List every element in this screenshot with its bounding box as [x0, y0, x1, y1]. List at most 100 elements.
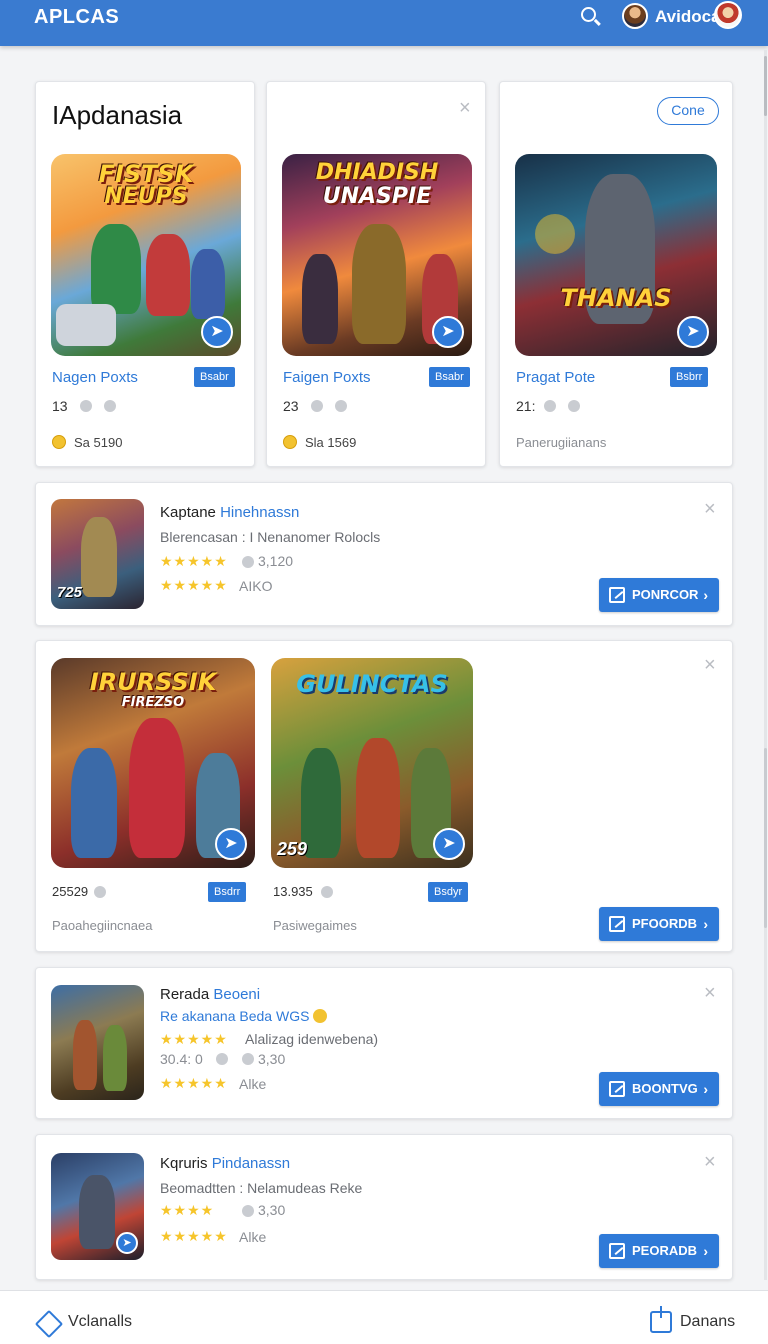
rating-label: Alke	[239, 1076, 267, 1092]
game-name[interactable]: Pragat Pote	[516, 369, 595, 386]
comment-icon[interactable]	[335, 400, 347, 412]
export-icon[interactable]	[650, 1306, 672, 1333]
game-count: 23	[283, 398, 299, 414]
action-label: PFOORDB	[632, 916, 697, 931]
game-tag: Bsabr	[194, 367, 235, 387]
game-art-3[interactable]: THANAS ➤	[515, 154, 717, 356]
game-art-4[interactable]: IRURSSIK FIREZSO ➤	[51, 658, 255, 868]
close-icon[interactable]: ×	[704, 983, 716, 1003]
scrollbar-thumb-secondary[interactable]	[764, 748, 767, 928]
item-subtitle-text: Re akanana Beda WGS	[160, 1008, 310, 1024]
item-title-text: Kaptane	[160, 504, 216, 521]
rating-stars-secondary: ★★★★★	[160, 1075, 228, 1091]
game-art-5[interactable]: GULINCTAS 259 ➤	[271, 658, 473, 868]
game-tag: Bsabr	[429, 367, 470, 387]
action-label: PONRCOR	[632, 587, 699, 602]
clock-icon	[242, 1205, 254, 1217]
like-icon[interactable]	[311, 400, 323, 412]
clock-icon	[242, 1053, 254, 1065]
game-art-1[interactable]: FISTSK NEUPS ➤	[51, 154, 241, 356]
game-thumb[interactable]: 725	[51, 499, 144, 609]
action-label: BOONTVG	[632, 1081, 698, 1096]
close-icon[interactable]: ×	[704, 655, 716, 675]
art-title-line1: IRURSSIK	[89, 668, 217, 696]
game-footer-value: Pasiwegaimes	[273, 918, 357, 933]
section-title: IApdanasia	[52, 100, 183, 130]
featured-card-1[interactable]: IApdanasia FISTSK NEUPS ➤ Nagen Poxts Bs…	[35, 81, 255, 467]
rating-prefix: 30.4: 0	[160, 1051, 203, 1067]
chevron-right-icon: ›	[703, 916, 708, 932]
scrollbar-track[interactable]	[764, 50, 767, 1280]
chevron-right-icon: ›	[703, 1243, 708, 1259]
chevron-right-icon: ›	[703, 1081, 708, 1097]
like-icon[interactable]	[321, 886, 333, 898]
avatar[interactable]	[622, 3, 648, 29]
item-title[interactable]: Kqruris Pindanassn	[160, 1155, 290, 1172]
item-title[interactable]: Rerada Beoeni	[160, 986, 260, 1003]
like-icon[interactable]	[544, 400, 556, 412]
pair-card[interactable]: × IRURSSIK FIREZSO ➤ GULINCTAS 259 ➤ 255…	[35, 640, 733, 952]
edit-icon	[609, 1243, 625, 1259]
rating-value: 3,30	[258, 1051, 286, 1067]
item-subtitle: Beomadtten : Nelamudeas Reke	[160, 1180, 363, 1196]
share-icon[interactable]: ➤	[215, 828, 247, 860]
item-title[interactable]: Kaptane Hinehnassn	[160, 504, 299, 521]
close-icon[interactable]: ×	[704, 499, 716, 519]
profile-badge-icon[interactable]	[714, 1, 742, 29]
share-icon[interactable]: ➤	[432, 316, 464, 348]
user-name[interactable]: Avidoca	[655, 7, 721, 27]
close-icon[interactable]: ×	[704, 1152, 716, 1172]
game-name[interactable]: Faigen Poxts	[283, 369, 371, 386]
action-label: PEORADB	[632, 1243, 698, 1258]
footer-left-link[interactable]: Vclanalls	[68, 1313, 132, 1331]
like-icon[interactable]	[80, 400, 92, 412]
rating-stars: ★★★★★	[160, 1031, 228, 1047]
game-footer-value: Panerugiianans	[516, 435, 607, 450]
coin-icon	[283, 435, 297, 449]
game-thumb[interactable]: ➤	[51, 1153, 144, 1260]
share-icon[interactable]: ➤	[116, 1232, 138, 1254]
scrollbar-thumb[interactable]	[764, 56, 767, 116]
art-title-line2: FIREZSO	[121, 695, 185, 710]
action-button[interactable]: PFOORDB ›	[599, 907, 719, 941]
game-count: 21:	[516, 398, 536, 414]
featured-card-2[interactable]: × DHIADISH UNASPIE ➤ Faigen Poxts Bsabr …	[266, 81, 486, 467]
list-item[interactable]: ➤ Kqruris Pindanassn Beomadtten : Nelamu…	[35, 1134, 733, 1280]
list-item[interactable]: 725 Kaptane Hinehnassn Blerencasan : I N…	[35, 482, 733, 626]
search-icon[interactable]	[580, 6, 602, 28]
featured-card-3[interactable]: Cone THANAS ➤ Pragat Pote Bsbrr 21: Pane…	[499, 81, 733, 467]
rating-stars: ★★★★★	[160, 553, 228, 569]
home-icon[interactable]	[36, 1311, 58, 1333]
game-thumb[interactable]	[51, 985, 144, 1100]
action-button[interactable]: PONRCOR ›	[599, 578, 719, 612]
comment-icon[interactable]	[568, 400, 580, 412]
footer-right-link[interactable]: Danans	[680, 1313, 735, 1331]
rating-value: 3,120	[258, 553, 294, 569]
share-icon[interactable]: ➤	[677, 316, 709, 348]
close-icon[interactable]: ×	[459, 98, 471, 118]
action-button[interactable]: BOONTVG ›	[599, 1072, 719, 1106]
cone-button[interactable]: Cone	[657, 97, 719, 125]
like-icon[interactable]	[94, 886, 106, 898]
edit-icon	[609, 1081, 625, 1097]
rating-label: Alke	[239, 1229, 267, 1245]
rating-stars: ★★★★	[160, 1202, 215, 1218]
comment-icon[interactable]	[104, 400, 116, 412]
share-icon[interactable]: ➤	[433, 828, 465, 860]
art-title-line1: THANAS	[560, 284, 672, 312]
item-description: Alalizag idenwebena)	[245, 1031, 379, 1047]
game-count: 13	[52, 398, 68, 414]
app-brand[interactable]: APLCAS	[34, 6, 119, 29]
rating-stars-secondary: ★★★★★	[160, 577, 228, 593]
list-item[interactable]: Rerada Beoeni Re akanana Beda WGS ★★★★★ …	[35, 967, 733, 1119]
art-title-line2: UNASPIE	[322, 184, 432, 209]
item-subtitle: Blerencasan : I Nenanomer Rolocls	[160, 529, 381, 545]
chevron-right-icon: ›	[703, 587, 708, 603]
game-art-2[interactable]: DHIADISH UNASPIE ➤	[282, 154, 472, 356]
share-icon[interactable]: ➤	[201, 316, 233, 348]
game-name[interactable]: Nagen Poxts	[52, 369, 138, 386]
game-count: 25529	[52, 884, 89, 899]
thumb-number: 725	[57, 584, 83, 601]
item-title-text: Kqruris	[160, 1155, 208, 1172]
action-button[interactable]: PEORADB ›	[599, 1234, 719, 1268]
